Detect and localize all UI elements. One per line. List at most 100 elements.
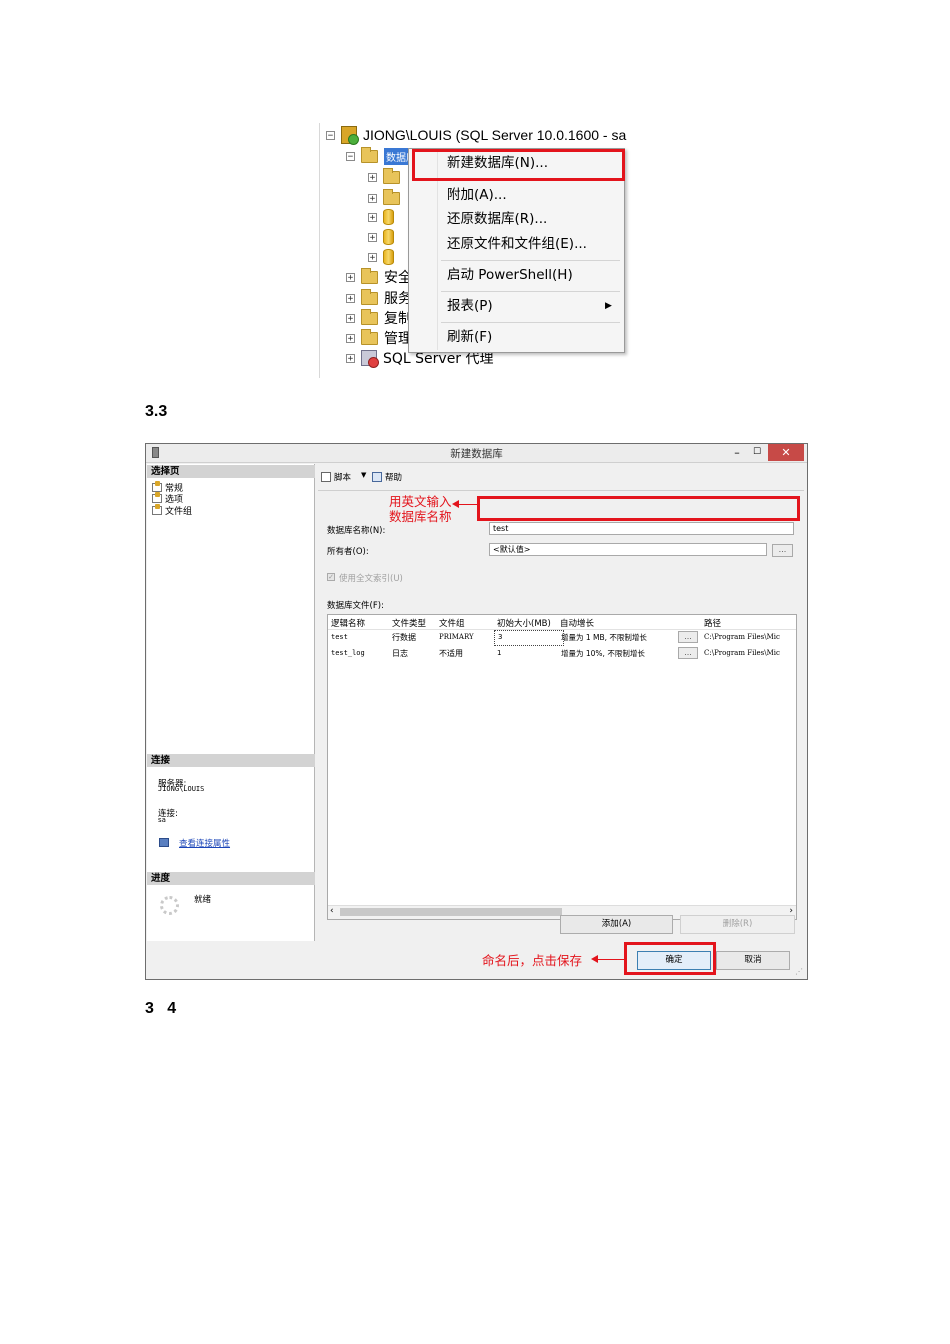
collapse-icon[interactable]: − bbox=[326, 130, 335, 140]
tree-row-database[interactable]: + bbox=[368, 228, 400, 246]
folder-icon bbox=[383, 167, 400, 184]
folder-icon bbox=[361, 146, 378, 163]
owner-browse-button[interactable]: ... bbox=[772, 544, 793, 557]
column-header[interactable]: 初始大小(MB) bbox=[497, 617, 551, 629]
scrollbar-thumb[interactable] bbox=[340, 908, 562, 916]
menu-item-start-powershell[interactable]: 启动 PowerShell(H) bbox=[447, 265, 573, 285]
column-header[interactable]: 逻辑名称 bbox=[331, 617, 365, 629]
expand-icon[interactable]: + bbox=[346, 272, 355, 282]
folder-icon bbox=[361, 267, 378, 284]
highlight-box-ok bbox=[624, 942, 716, 975]
menu-separator bbox=[441, 322, 620, 323]
owner-input[interactable]: <默认值> bbox=[489, 543, 767, 556]
table-cell[interactable]: 1 bbox=[497, 649, 501, 657]
help-icon bbox=[372, 472, 382, 482]
annotation-arrow-line bbox=[597, 959, 624, 960]
select-page-header: 选择页 bbox=[147, 465, 315, 478]
minimize-button[interactable]: – bbox=[727, 444, 747, 461]
expand-icon[interactable]: + bbox=[368, 252, 377, 262]
tree-row-snapshots[interactable]: + bbox=[368, 188, 406, 207]
expand-icon[interactable]: + bbox=[368, 172, 377, 182]
tree-row-server[interactable]: − JIONG\LOUIS (SQL Server 10.0.1600 - sa bbox=[326, 126, 627, 145]
table-cell[interactable]: PRIMARY bbox=[439, 633, 474, 641]
left-pane: 选择页 常规 选项 文件组 连接 服务器: JIONG\LOUIS 连接: sa… bbox=[147, 464, 315, 941]
script-button[interactable]: 脚本 bbox=[334, 471, 351, 483]
menu-separator bbox=[441, 260, 620, 261]
add-button[interactable]: 添加(A) bbox=[560, 915, 673, 934]
remove-button[interactable]: 删除(R) bbox=[680, 915, 795, 934]
expand-icon[interactable]: + bbox=[346, 353, 355, 363]
table-cell[interactable]: test_log bbox=[331, 649, 365, 657]
expand-icon[interactable]: + bbox=[368, 212, 377, 222]
autogrow-browse-button[interactable]: ... bbox=[678, 631, 698, 643]
table-cell[interactable]: 增量为 10%, 不限制增长 bbox=[561, 648, 645, 659]
table-cell[interactable]: 增量为 1 MB, 不限制增长 bbox=[561, 632, 647, 643]
menu-item-restore-database[interactable]: 还原数据库(R)... bbox=[447, 209, 547, 229]
annotation-arrow-line bbox=[458, 504, 478, 505]
expand-icon[interactable]: + bbox=[346, 293, 355, 303]
db-name-input[interactable]: test bbox=[489, 522, 794, 535]
maximize-button[interactable]: ☐ bbox=[747, 444, 767, 461]
menu-item-refresh[interactable]: 刷新(F) bbox=[447, 327, 492, 347]
expand-icon[interactable]: + bbox=[346, 333, 355, 343]
tree-row-system-databases[interactable]: + bbox=[368, 167, 406, 186]
progress-header: 进度 bbox=[147, 872, 315, 885]
view-connection-properties-link[interactable]: 查看连接属性 bbox=[179, 837, 230, 849]
column-header[interactable]: 文件组 bbox=[439, 617, 465, 629]
expand-icon[interactable]: + bbox=[346, 313, 355, 323]
column-header[interactable]: 路径 bbox=[704, 617, 721, 629]
server-icon bbox=[341, 126, 359, 145]
tree-row-management[interactable]: + 管理 bbox=[346, 328, 412, 347]
page-item-label: 文件组 bbox=[165, 507, 193, 517]
connection-header: 连接 bbox=[147, 754, 315, 767]
tree-row-server-objects[interactable]: + 服务 bbox=[346, 288, 412, 307]
close-button[interactable]: ✕ bbox=[768, 444, 804, 461]
collapse-icon[interactable]: − bbox=[346, 151, 355, 161]
menu-item-attach[interactable]: 附加(A)... bbox=[447, 185, 507, 205]
db-files-grid: 逻辑名称 文件类型 文件组 初始大小(MB) 自动增长 路径 test 行数据 … bbox=[327, 614, 797, 920]
table-cell[interactable]: C:\Program Files\Mic bbox=[704, 633, 796, 641]
table-cell[interactable]: test bbox=[331, 633, 348, 641]
help-button[interactable]: 帮助 bbox=[385, 471, 402, 483]
dialog-titlebar[interactable]: 新建数据库 – ☐ ✕ bbox=[146, 444, 807, 463]
script-dropdown-arrow-icon[interactable]: ▼ bbox=[361, 471, 366, 479]
sql-agent-icon bbox=[361, 350, 379, 368]
folder-icon bbox=[361, 288, 378, 305]
database-icon bbox=[383, 249, 394, 265]
tree-row-security[interactable]: + 安全 bbox=[346, 267, 412, 286]
autogrow-browse-button[interactable]: ... bbox=[678, 647, 698, 659]
fulltext-label: 使用全文索引(U) bbox=[339, 574, 403, 584]
table-cell[interactable]: 不适用 bbox=[439, 648, 463, 659]
expand-icon[interactable]: + bbox=[368, 193, 377, 203]
highlight-box-db-name bbox=[477, 496, 800, 521]
db-name-label: 数据库名称(N): bbox=[327, 526, 386, 536]
progress-spinner-icon bbox=[160, 896, 179, 915]
expand-icon[interactable]: + bbox=[368, 232, 377, 242]
dialog-title: 新建数据库 bbox=[450, 448, 503, 460]
scroll-left-icon[interactable]: ‹ bbox=[330, 906, 334, 916]
menu-item-reports[interactable]: 报表(P) bbox=[447, 296, 493, 316]
table-cell[interactable]: C:\Program Files\Mic bbox=[704, 649, 796, 657]
new-database-dialog: 新建数据库 – ☐ ✕ 选择页 常规 选项 文件组 连接 服务器: JIONG\… bbox=[145, 443, 808, 980]
resize-grip-icon[interactable]: ⋰ bbox=[795, 967, 803, 976]
server-node-label: JIONG\LOUIS (SQL Server 10.0.1600 - sa bbox=[363, 127, 627, 143]
table-cell[interactable]: 日志 bbox=[392, 648, 408, 659]
page-item-filegroups[interactable]: 文件组 bbox=[152, 504, 192, 517]
table-cell[interactable]: 行数据 bbox=[392, 632, 416, 643]
database-icon bbox=[383, 229, 394, 245]
folder-icon bbox=[361, 308, 378, 325]
column-header[interactable]: 文件类型 bbox=[392, 617, 426, 629]
annotation-save-hint: 命名后，点击保存 bbox=[482, 953, 583, 968]
fulltext-checkbox[interactable]: ✓ bbox=[327, 573, 335, 581]
connection-value: sa bbox=[158, 816, 166, 824]
progress-status: 就绪 bbox=[194, 895, 212, 905]
tree-row-database[interactable]: + bbox=[368, 208, 400, 226]
menu-item-restore-files[interactable]: 还原文件和文件组(E)... bbox=[447, 234, 587, 254]
cancel-button[interactable]: 取消 bbox=[716, 951, 790, 970]
menu-separator bbox=[441, 291, 620, 292]
tree-row-database[interactable]: + bbox=[368, 248, 400, 266]
tree-row-replication[interactable]: + 复制 bbox=[346, 308, 412, 327]
server-value: JIONG\LOUIS bbox=[158, 785, 205, 793]
initial-size-cell[interactable]: 3 bbox=[494, 630, 564, 646]
column-header[interactable]: 自动增长 bbox=[560, 617, 594, 629]
